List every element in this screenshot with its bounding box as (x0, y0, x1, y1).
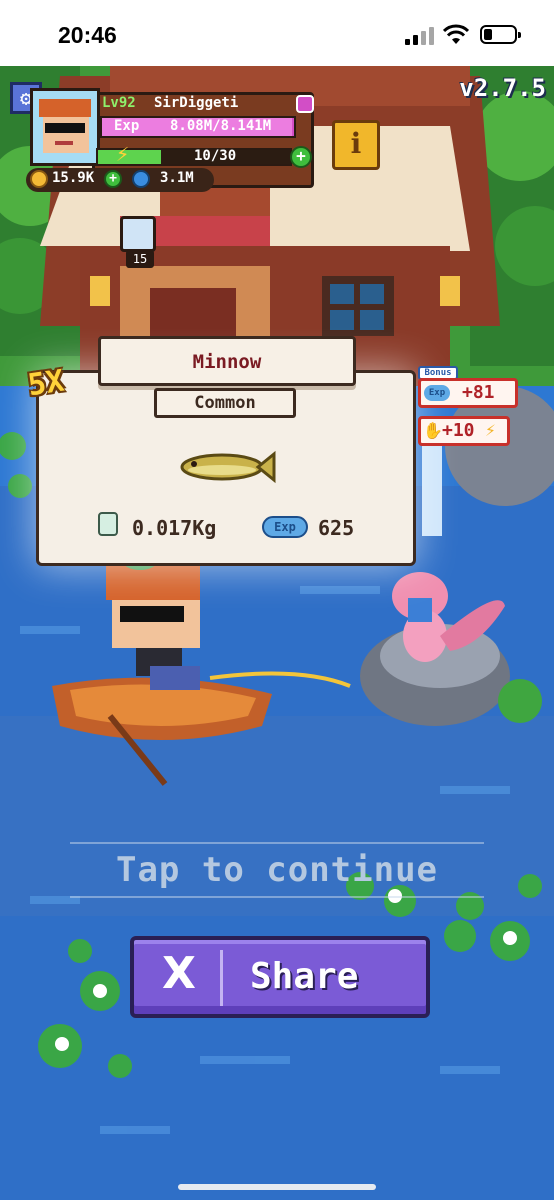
player-name: SirDiggeti (154, 95, 239, 111)
info-button[interactable]: i (332, 120, 380, 170)
bait-icon[interactable] (120, 216, 156, 252)
battery-icon (480, 25, 521, 44)
wifi-icon (443, 24, 469, 44)
fish-weight: 0.017Kg (132, 516, 217, 540)
weight-scale-icon (98, 512, 118, 536)
home-indicator[interactable] (178, 1184, 376, 1190)
bonus-energy-value: +10 (442, 420, 475, 441)
exp-icon: Exp (424, 385, 450, 401)
share-button-label: Share (250, 956, 359, 997)
game-version: v2.7.5 (459, 74, 546, 102)
catch-multiplier: 5X (25, 363, 67, 404)
add-energy-button[interactable]: + (290, 146, 312, 168)
player-avatar[interactable] (30, 88, 100, 166)
lightning-bolt-icon: ⚡ (485, 420, 496, 441)
fish-name: Minnow (192, 351, 262, 373)
fishing-rod-icon: ✋ (423, 421, 443, 440)
pearl-icon (132, 170, 150, 188)
player-avatar-icon (33, 91, 97, 163)
coin-balance: 15.9K (52, 170, 95, 186)
cellular-signal-icon (405, 27, 435, 45)
status-bar: 20:46 (0, 0, 554, 66)
pearl-balance: 3.1M (160, 170, 194, 186)
coin-icon (30, 170, 48, 188)
scene-background (0, 66, 554, 1200)
profile-icon[interactable] (296, 95, 314, 113)
lightning-bolt-icon: ⚡ (116, 142, 130, 167)
game-scene[interactable]: ⚙ v2.7.5 Lv92 SirDiggeti Exp 8.08M/8.141… (0, 66, 554, 1200)
minnow-fish-icon (180, 450, 276, 484)
share-divider (220, 950, 223, 1006)
status-time: 20:46 (58, 22, 117, 48)
bait-count: 15 (126, 250, 154, 268)
energy-value: 10/30 (194, 148, 237, 164)
player-level: Lv92 (102, 95, 136, 111)
exp-icon: Exp (262, 516, 308, 538)
exp-gained: 625 (318, 516, 355, 540)
bonus-exp-value: +81 (462, 382, 495, 403)
tap-to-continue-prompt[interactable]: Tap to continue (70, 842, 484, 898)
exp-label: Exp (114, 118, 140, 134)
fish-rarity: Common (194, 393, 256, 413)
add-coins-button[interactable]: + (104, 170, 122, 188)
x-logo-icon: X (162, 948, 196, 999)
exp-value: 8.08M/8.141M (170, 118, 272, 134)
